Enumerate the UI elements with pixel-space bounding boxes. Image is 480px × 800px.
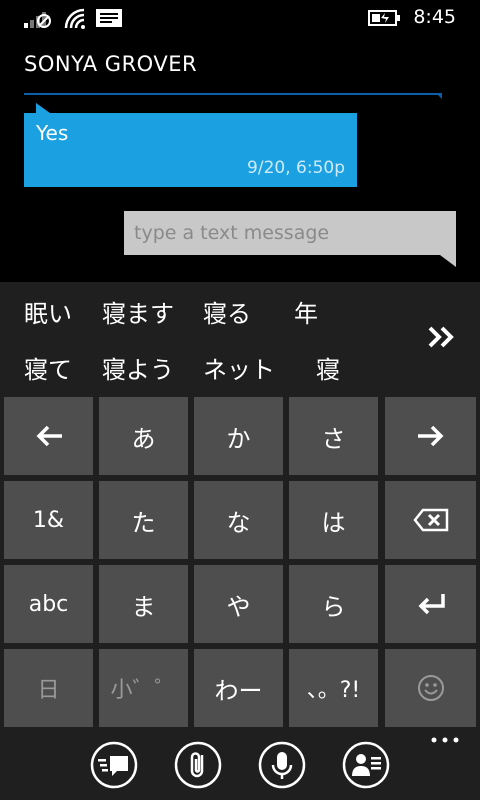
voice-icon[interactable] [258, 741, 306, 789]
signal-icon [24, 12, 51, 28]
app-bar [0, 730, 480, 800]
backspace-icon [412, 508, 448, 532]
message-input[interactable] [124, 211, 456, 255]
emoji-key[interactable] [385, 649, 476, 727]
conversation-thread[interactable]: Yes 9/20, 6:50p [0, 86, 480, 280]
dakuten-key[interactable]: 小゛゜ [99, 649, 188, 727]
battery-charging-icon [368, 10, 400, 26]
emoji-icon [417, 675, 444, 701]
enter-icon [418, 594, 445, 615]
kanji-mode-key[interactable]: 日 [4, 649, 93, 727]
candidate-word[interactable]: 年 [294, 294, 318, 329]
message-timestamp: 9/20, 6:50p [247, 158, 345, 178]
arrow-right-key[interactable] [385, 397, 476, 475]
candidate-word[interactable]: 寝 [316, 350, 340, 385]
backspace-key[interactable] [385, 481, 476, 559]
wifi-icon [64, 8, 85, 29]
kana-key[interactable]: な [194, 481, 283, 559]
compose-bubble-tail [440, 255, 456, 267]
kana-key[interactable]: あ [99, 397, 188, 475]
symbols-key[interactable]: 1& [4, 481, 93, 559]
punctuation-key[interactable]: 、。?! [289, 649, 378, 727]
kana-key[interactable]: ま [99, 565, 188, 643]
candidate-word[interactable]: ネット [203, 350, 275, 385]
arrow-left-icon [36, 425, 62, 447]
message-notification-icon [96, 9, 122, 27]
double-chevron-right-icon[interactable] [424, 322, 460, 352]
more-dots-icon[interactable] [430, 735, 460, 745]
arrow-left-key[interactable] [4, 397, 93, 475]
attach-icon[interactable] [174, 741, 222, 789]
switch-conversation-icon[interactable] [90, 741, 138, 789]
kana-keyboard: あ か さ 1& た な は abc ま や ら 日 小゛゜ わー 、。?! [0, 392, 480, 730]
kana-key[interactable]: た [99, 481, 188, 559]
clock: 8:45 [413, 6, 456, 28]
arrow-right-icon [417, 425, 443, 447]
abc-key[interactable]: abc [4, 565, 93, 643]
kana-key[interactable]: わー [194, 649, 283, 727]
candidate-word[interactable]: 寝ます [102, 294, 174, 329]
compose-box[interactable] [124, 211, 456, 255]
contact-name[interactable]: SONYA GROVER [24, 52, 197, 76]
kana-key[interactable]: か [194, 397, 283, 475]
candidate-bar: 眠い 寝ます 寝る 年 寝て 寝よう ネット 寝 [0, 282, 480, 392]
candidate-word[interactable]: 寝る [203, 294, 251, 329]
previous-message-edge [24, 93, 442, 95]
incoming-bubble-tail [36, 103, 50, 113]
message-text: Yes [36, 121, 69, 145]
kana-key[interactable]: や [194, 565, 283, 643]
kana-key[interactable]: ら [289, 565, 378, 643]
status-bar: 8:45 [0, 0, 480, 36]
candidate-word[interactable]: 寝て [24, 350, 72, 385]
candidate-word[interactable]: 寝よう [102, 350, 174, 385]
candidate-word[interactable]: 眠い [24, 294, 72, 329]
previous-message-tail [436, 93, 442, 99]
kana-key[interactable]: は [289, 481, 378, 559]
incoming-message-bubble[interactable]: Yes 9/20, 6:50p [24, 113, 357, 187]
enter-key[interactable] [385, 565, 476, 643]
kana-key[interactable]: さ [289, 397, 378, 475]
contact-card-icon[interactable] [342, 741, 390, 789]
